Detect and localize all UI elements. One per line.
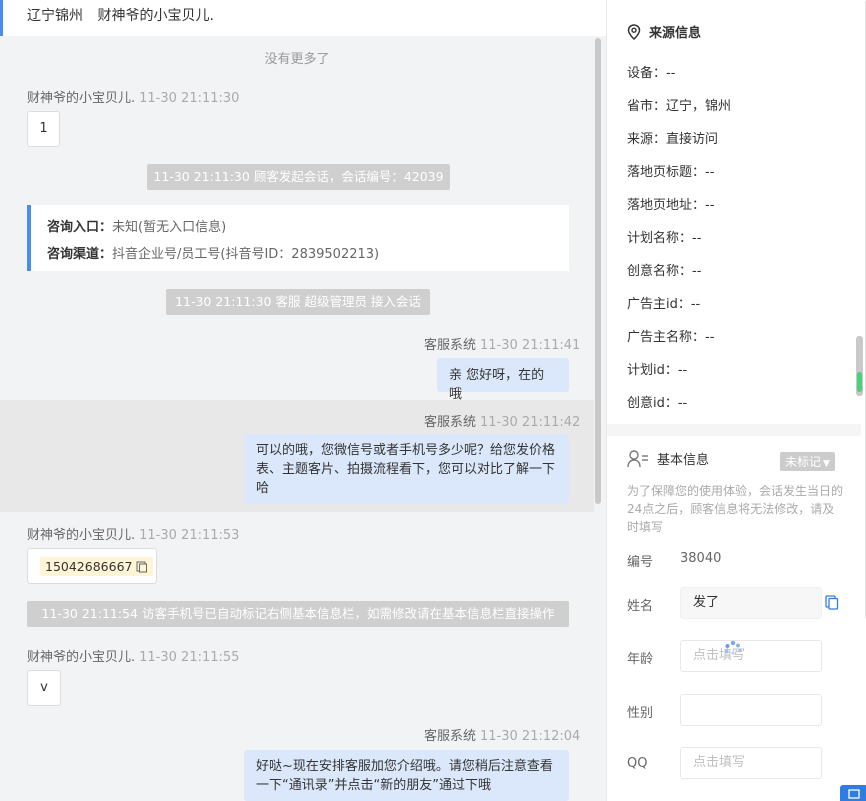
- message-sender: 财神爷的小宝贝儿. 11-30 21:11:55: [27, 646, 239, 665]
- message-bubble: v: [27, 670, 61, 706]
- system-notice: 11-30 21:11:30 顾客发起会话，会话编号：42039: [147, 164, 450, 190]
- message-time: 11-30 21:11:55: [139, 650, 240, 665]
- mark-status-dropdown[interactable]: 未标记 ▼: [780, 452, 835, 471]
- message-bubble: 15042686667: [27, 548, 157, 584]
- name-field[interactable]: 发了: [680, 587, 822, 619]
- sender-name: 财神爷的小宝贝儿.: [27, 528, 136, 543]
- message-sender: 财神爷的小宝贝儿. 11-30 21:11:30: [27, 87, 239, 106]
- source-province-city: 省市：辽宁，锦州: [627, 99, 732, 114]
- age-input[interactable]: 点击填写: [680, 640, 822, 672]
- message-time: 11-30 21:11:42: [480, 415, 581, 430]
- message-sender: 客服系统 11-30 21:11:42: [424, 411, 580, 430]
- mark-status-label: 未标记: [785, 455, 822, 469]
- message-sender: 客服系统 11-30 21:12:04: [424, 725, 580, 744]
- source-device: 设备：--: [627, 66, 676, 81]
- source-plan-id: 计划id：--: [627, 363, 688, 378]
- chat-panel: 辽宁锦州 财神爷的小宝贝儿. 没有更多了 财神爷的小宝贝儿. 11-30 21:1…: [0, 0, 606, 801]
- id-label: 编号: [627, 555, 654, 570]
- phone-number-chip[interactable]: 15042686667: [40, 557, 154, 576]
- copy-icon[interactable]: [825, 595, 839, 610]
- section-divider: [607, 424, 861, 436]
- app-root: 辽宁锦州 财神爷的小宝贝儿. 没有更多了 财神爷的小宝贝儿. 11-30 21:1…: [0, 0, 866, 801]
- sender-name: 财神爷的小宝贝儿.: [27, 650, 136, 665]
- basic-info-label: 基本信息: [657, 453, 710, 468]
- source-info-label: 来源信息: [649, 26, 702, 41]
- source-creative-name: 创意名称：--: [627, 264, 702, 279]
- visitor-location: 辽宁锦州: [27, 8, 83, 24]
- basic-info-title: 基本信息: [627, 449, 709, 468]
- sender-name: 财神爷的小宝贝儿.: [27, 91, 136, 106]
- loading-spinner-icon: [724, 640, 742, 655]
- user-list-icon: [627, 449, 648, 467]
- chat-header: 辽宁锦州 财神爷的小宝贝儿.: [0, 0, 606, 36]
- consult-channel-row: 咨询渠道：抖音企业号/员工号(抖音号ID：2839502213): [47, 247, 380, 262]
- floating-action-button[interactable]: [840, 785, 866, 801]
- system-notice: 11-30 21:11:30 客服 超级管理员 接入会话: [166, 289, 430, 315]
- source-advertiser-name: 广告主名称：--: [627, 330, 715, 345]
- sender-name: 客服系统: [424, 415, 477, 430]
- edit-notice: 为了保障您的使用体验，会话发生当日的24点之后，顾客信息将无法修改，请及时填写: [627, 484, 844, 534]
- chat-scrollbar-thumb[interactable]: [595, 38, 601, 504]
- source-plan-name: 计划名称：--: [627, 231, 702, 246]
- phone-number: 15042686667: [45, 559, 133, 574]
- sender-name: 客服系统: [424, 338, 477, 353]
- message-bubble: 可以的哦，您微信号或者手机号多少呢？给您发价格表、主题客片、拍摄流程看下，您可以…: [244, 434, 569, 504]
- info-scrollbar-indicator: [857, 372, 862, 392]
- message-sender: 财神爷的小宝贝儿. 11-30 21:11:53: [27, 524, 239, 543]
- message-time: 11-30 21:11:41: [480, 338, 581, 353]
- message-sender: 客服系统 11-30 21:11:41: [424, 334, 580, 353]
- caret-down-icon: ▼: [823, 459, 830, 469]
- message-bubble: 好哒~现在安排客服加您介绍哦。请您稍后注意查看一下“通讯录”并点击“新的朋友”通…: [244, 750, 569, 801]
- source-origin: 来源：直接访问: [627, 132, 719, 147]
- message-time: 11-30 21:11:30: [139, 91, 240, 106]
- window-icon: [848, 789, 860, 799]
- qq-label: QQ: [627, 756, 648, 771]
- location-pin-icon: [627, 23, 641, 40]
- message-time: 11-30 21:11:53: [139, 528, 240, 543]
- gender-label: 性别: [627, 706, 654, 721]
- consult-info-card: 咨询入口：未知(暂无入口信息) 咨询渠道：抖音企业号/员工号(抖音号ID：283…: [27, 205, 569, 271]
- system-notice: 11-30 21:11:54 访客手机号已自动标记右侧基本信息栏，如需修改请在基…: [27, 601, 569, 627]
- consult-entry-row: 咨询入口：未知(暂无入口信息): [47, 220, 227, 235]
- source-landing-title: 落地页标题：--: [627, 165, 715, 180]
- copy-icon[interactable]: [136, 561, 148, 573]
- message-time: 11-30 21:12:04: [480, 729, 581, 744]
- customer-info-panel: 来源信息 设备：-- 省市：辽宁，锦州 来源：直接访问 落地页标题：-- 落地页…: [606, 0, 866, 801]
- no-more-messages: 没有更多了: [264, 52, 330, 67]
- sender-name: 客服系统: [424, 729, 477, 744]
- source-creative-id: 创意id：--: [627, 396, 688, 411]
- source-landing-url: 落地页地址：--: [627, 198, 715, 213]
- gender-select[interactable]: [680, 694, 822, 726]
- age-label: 年龄: [627, 652, 654, 667]
- source-info-title: 来源信息: [627, 22, 701, 41]
- name-label: 姓名: [627, 599, 654, 614]
- source-advertiser-id: 广告主id：--: [627, 297, 701, 312]
- id-value: 38040: [680, 551, 722, 566]
- message-bubble: 1: [27, 111, 60, 147]
- message-bubble: 亲 您好呀，在的哦: [437, 358, 569, 402]
- visitor-name: 财神爷的小宝贝儿.: [97, 8, 214, 24]
- qq-input[interactable]: 点击填写: [680, 747, 822, 779]
